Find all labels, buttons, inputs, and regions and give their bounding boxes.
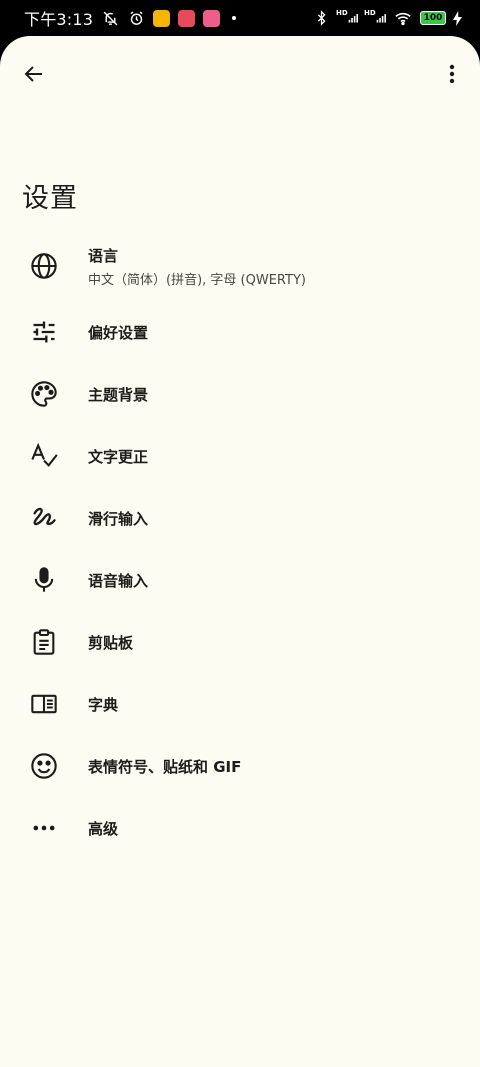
menu-item-label: 文字更正 xyxy=(88,447,149,466)
menu-item-label: 滑行输入 xyxy=(88,509,149,528)
menu-item-label: 偏好设置 xyxy=(88,323,149,342)
menu-item-glide-typing[interactable]: 滑行输入 xyxy=(0,487,480,549)
menu-item-preferences[interactable]: 偏好设置 xyxy=(0,301,480,363)
app-notification-icon xyxy=(178,9,196,27)
more-horizontal-icon xyxy=(33,825,55,831)
menu-item-label: 语音输入 xyxy=(88,571,149,590)
gesture-icon xyxy=(33,507,56,526)
status-bar: 下午3:13 HD HD 100 xyxy=(0,0,480,36)
app-notification-icon xyxy=(153,9,171,27)
menu-item-clipboard[interactable]: 剪贴板 xyxy=(0,611,480,673)
menu-item-subtitle: 中文（简体）(拼音), 字母 (QWERTY) xyxy=(88,272,306,288)
more-vertical-icon xyxy=(449,64,455,84)
settings-menu: 语言 中文（简体）(拼音), 字母 (QWERTY) 偏好设置 主题背景 文字更… xyxy=(0,231,480,859)
menu-item-voice-typing[interactable]: 语音输入 xyxy=(0,549,480,611)
signal-icon: HD xyxy=(336,9,358,27)
arrow-left-icon xyxy=(24,66,42,82)
more-notifications-dot xyxy=(232,16,237,20)
signal-icon: HD xyxy=(364,9,386,27)
back-button[interactable] xyxy=(14,54,54,94)
menu-item-dictionary[interactable]: 字典 xyxy=(0,673,480,735)
battery-indicator: 100 xyxy=(420,11,446,25)
menu-item-label: 字典 xyxy=(88,695,119,714)
alarm-icon xyxy=(127,9,145,27)
wifi-icon xyxy=(392,9,414,27)
palette-icon xyxy=(31,381,57,407)
menu-item-text-correction[interactable]: 文字更正 xyxy=(0,425,480,487)
menu-item-theme[interactable]: 主题背景 xyxy=(0,363,480,425)
page-title: 设置 xyxy=(22,183,78,214)
bluetooth-icon xyxy=(312,9,330,27)
settings-screen: 设置 语言 中文（简体）(拼音), 字母 (QWERTY) 偏好设置 主题背景 … xyxy=(0,36,480,1067)
menu-item-label: 剪贴板 xyxy=(88,633,134,652)
menu-item-label: 语言 xyxy=(88,246,119,265)
app-notification-icon xyxy=(203,9,221,27)
microphone-icon xyxy=(34,567,54,592)
smiley-icon xyxy=(31,753,57,779)
menu-item-emoji[interactable]: 表情符号、贴纸和 GIF xyxy=(0,735,480,797)
status-time: 下午3:13 xyxy=(24,10,94,29)
globe-icon xyxy=(31,253,57,279)
menu-item-label: 高级 xyxy=(88,819,119,838)
bell-off-icon xyxy=(101,9,119,27)
menu-item-label: 主题背景 xyxy=(88,385,149,404)
spellcheck-icon xyxy=(31,442,58,467)
menu-item-label: 表情符号、贴纸和 GIF xyxy=(88,757,242,776)
menu-item-advanced[interactable]: 高级 xyxy=(0,797,480,859)
sliders-icon xyxy=(33,321,55,343)
clipboard-icon xyxy=(33,629,55,655)
more-options-button[interactable] xyxy=(432,54,472,94)
menu-item-language[interactable]: 语言 中文（简体）(拼音), 字母 (QWERTY) xyxy=(0,231,480,301)
book-icon xyxy=(31,694,57,714)
charging-icon xyxy=(452,9,462,27)
top-app-bar xyxy=(0,36,480,112)
